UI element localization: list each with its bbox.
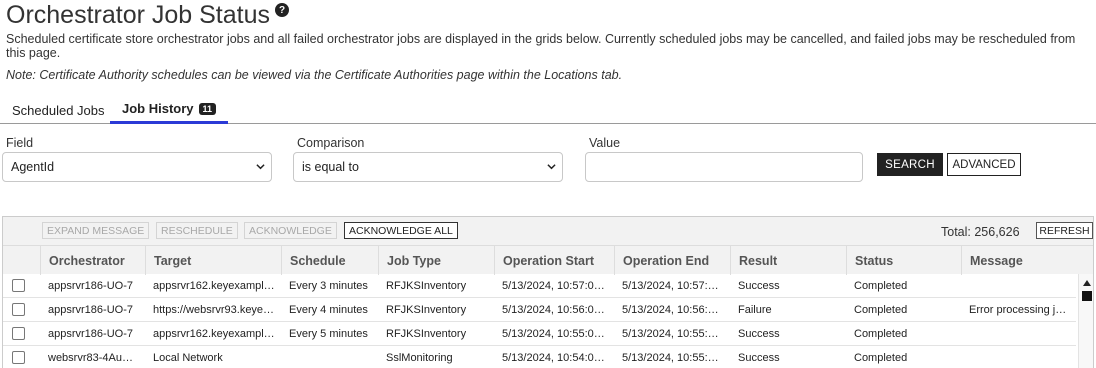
column-header[interactable]: Target [145, 246, 281, 275]
page-note: Note: Certificate Authority schedules ca… [6, 68, 623, 82]
chevron-down-icon [256, 164, 265, 170]
refresh-button[interactable]: REFRESH [1036, 222, 1093, 239]
orchestrator-cell: appsrvr186-UO-7 [48, 304, 133, 316]
status-cell: Completed [854, 328, 908, 340]
job-type-cell: RFJKSInventory [386, 280, 467, 292]
message-cell [961, 322, 1076, 346]
tab-bar: Scheduled Jobs Job History 11 [0, 96, 1096, 124]
row-checkbox[interactable] [12, 351, 25, 364]
operation-end-cell: 5/13/2024, 10:55:… [622, 352, 719, 364]
expand-message-button[interactable]: EXPAND MESSAGE [42, 222, 150, 239]
target-cell: appsrvr162.keyexampl… [153, 328, 275, 340]
tab-label: Scheduled Jobs [12, 102, 105, 118]
operation-start-cell: 5/13/2024, 10:54:0… [502, 352, 605, 364]
message-cell: Error processing j… [969, 304, 1067, 316]
operation-end-cell: 5/13/2024, 10:56:… [622, 304, 719, 316]
target-cell: https://websrvr93.keye… [153, 304, 275, 316]
value-label: Value [589, 136, 621, 150]
chevron-down-icon [547, 164, 556, 170]
orchestrator-cell: appsrvr186-UO-7 [48, 280, 133, 292]
total-count: Total: 256,626 [941, 225, 1020, 239]
grid-header: Orchestrator Target Schedule Job Type Op… [3, 245, 1093, 275]
table-row[interactable]: websrvr83-4Au… Local Network SslMonitori… [3, 346, 1076, 368]
column-header[interactable]: Orchestrator [40, 246, 145, 275]
table-row[interactable]: appsrvr186-UO-7 appsrvr162.keyexampl… Ev… [3, 322, 1076, 346]
field-select[interactable]: AgentId [2, 152, 272, 182]
comparison-label: Comparison [297, 136, 365, 150]
column-header[interactable]: Status [846, 246, 961, 275]
acknowledge-all-button[interactable]: ACKNOWLEDGE ALL [344, 222, 458, 239]
column-header[interactable]: Operation Start [494, 246, 614, 275]
job-type-cell: SslMonitoring [386, 352, 453, 364]
comparison-select[interactable]: is equal to [293, 152, 563, 182]
result-cell: Success [738, 352, 780, 364]
status-cell: Completed [854, 280, 908, 292]
tab-label: Job History [122, 101, 194, 116]
page-title: Orchestrator Job Status [6, 0, 271, 29]
schedule-cell: Every 5 minutes [289, 328, 368, 340]
tab-job-history[interactable]: Job History 11 [110, 96, 229, 124]
job-type-cell: RFJKSInventory [386, 304, 467, 316]
operation-start-cell: 5/13/2024, 10:57:0… [502, 280, 605, 292]
scroll-up-arrow-icon[interactable] [1083, 280, 1091, 286]
operation-end-cell: 5/13/2024, 10:55:… [622, 328, 719, 340]
column-header[interactable]: Job Type [378, 246, 494, 275]
operation-start-cell: 5/13/2024, 10:56:0… [502, 304, 605, 316]
orchestrator-cell: appsrvr186-UO-7 [48, 328, 133, 340]
schedule-cell [281, 346, 378, 368]
count-badge: 11 [198, 102, 217, 115]
job-history-grid: EXPAND MESSAGE RESCHEDULE ACKNOWLEDGE AC… [2, 216, 1094, 368]
select-column-header [3, 246, 40, 275]
tab-scheduled-jobs[interactable]: Scheduled Jobs [0, 96, 117, 124]
row-checkbox[interactable] [12, 327, 25, 340]
job-type-cell: RFJKSInventory [386, 328, 467, 340]
reschedule-button[interactable]: RESCHEDULE [156, 222, 238, 239]
target-cell: appsrvr162.keyexampl… [153, 280, 275, 292]
target-cell: Local Network [153, 352, 223, 364]
value-input[interactable] [585, 152, 863, 182]
message-cell [961, 346, 1076, 368]
advanced-button[interactable]: ADVANCED [947, 153, 1021, 176]
result-cell: Success [738, 328, 780, 340]
column-header[interactable]: Result [730, 246, 846, 275]
grid-toolbar: EXPAND MESSAGE RESCHEDULE ACKNOWLEDGE AC… [3, 217, 1093, 245]
orchestrator-cell: websrvr83-4Au… [48, 352, 133, 364]
column-header[interactable]: Message [961, 246, 1076, 275]
schedule-cell: Every 4 minutes [289, 304, 368, 316]
result-cell: Failure [738, 304, 772, 316]
column-header[interactable]: Operation End [614, 246, 730, 275]
field-label: Field [6, 136, 34, 150]
search-button[interactable]: SEARCH [877, 153, 943, 176]
status-cell: Completed [854, 352, 908, 364]
page-header: Orchestrator Job Status ? [6, 0, 290, 30]
message-cell [961, 274, 1076, 298]
column-header[interactable]: Schedule [281, 246, 378, 275]
table-row[interactable]: appsrvr186-UO-7 https://websrvr93.keye… … [3, 298, 1076, 322]
vertical-scrollbar[interactable] [1078, 274, 1093, 368]
field-select-value: AgentId [11, 160, 55, 174]
comparison-select-value: is equal to [302, 160, 359, 174]
row-checkbox[interactable] [12, 279, 25, 292]
operation-end-cell: 5/13/2024, 10:57:… [622, 280, 719, 292]
help-icon[interactable]: ? [275, 3, 290, 17]
operation-start-cell: 5/13/2024, 10:55:0… [502, 328, 605, 340]
scrollbar-thumb[interactable] [1082, 291, 1092, 301]
status-cell: Completed [854, 304, 908, 316]
schedule-cell: Every 3 minutes [289, 280, 368, 292]
page-description: Scheduled certificate store orchestrator… [6, 32, 1076, 60]
acknowledge-button[interactable]: ACKNOWLEDGE [244, 222, 337, 239]
table-row[interactable]: appsrvr186-UO-7 appsrvr162.keyexampl… Ev… [3, 274, 1076, 298]
row-checkbox[interactable] [12, 303, 25, 316]
result-cell: Success [738, 280, 780, 292]
